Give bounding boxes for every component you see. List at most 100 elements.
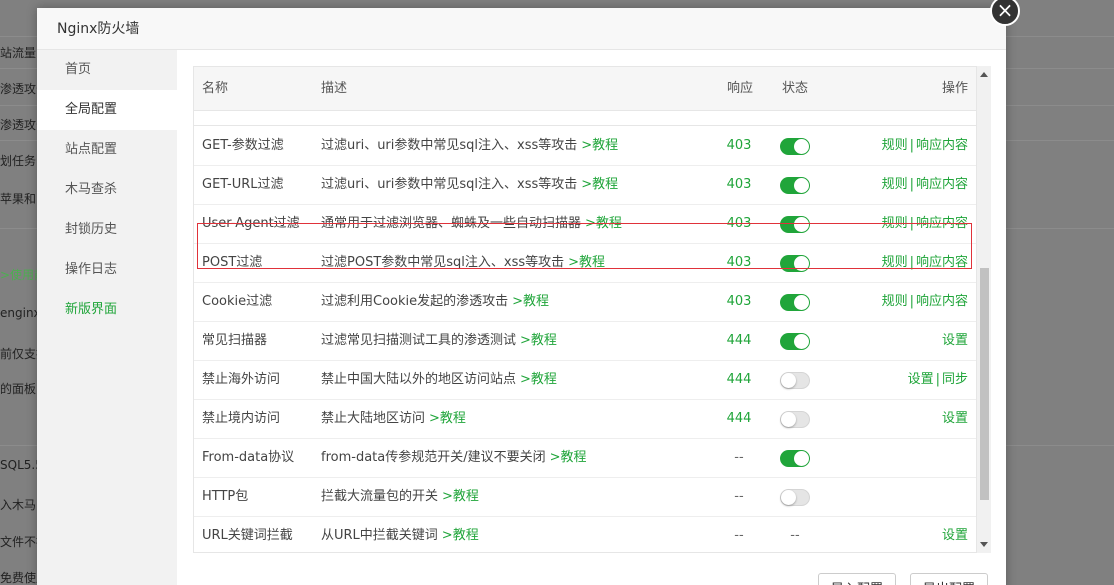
tutorial-link[interactable]: >教程 — [581, 138, 618, 153]
table-row: GET-参数过滤 过滤uri、uri参数中常见sql注入、xss等攻击 >教程 403… — [194, 127, 976, 166]
rule-description: 禁止中国大陆以外的地区访问站点 >教程 — [321, 361, 557, 399]
ops-link[interactable]: 规则 — [882, 255, 908, 270]
status-toggle[interactable] — [780, 333, 810, 350]
header-desc: 描述 — [321, 81, 348, 96]
rule-description-text: 过滤POST参数中常见sql注入、xss等攻击 — [321, 255, 565, 270]
status-toggle[interactable] — [780, 177, 810, 194]
rule-description-text: 拦截大流量包的开关 — [321, 489, 439, 504]
ops-link[interactable]: 响应内容 — [916, 294, 968, 309]
rule-description-text: 禁止中国大陆以外的地区访问站点 — [321, 372, 517, 387]
ops-link[interactable]: 设置 — [942, 528, 968, 543]
ops-cell: 规则 | 响应内容 — [882, 283, 968, 321]
rules-table: 名称 描述 响应 状态 操作 GET-参数过滤 过滤uri、uri参数中常见sql… — [193, 66, 977, 553]
table-row: POST过滤 过滤POST参数中常见sql注入、xss等攻击 >教程 403 规则 | 响应… — [194, 244, 976, 283]
ops-link[interactable]: 设置 — [908, 372, 934, 387]
ops-link[interactable]: 响应内容 — [916, 177, 968, 192]
tutorial-link[interactable]: >教程 — [429, 411, 466, 426]
header-status: 状态 — [782, 81, 809, 96]
ops-cell: 设置 — [942, 322, 968, 360]
status-toggle[interactable] — [780, 411, 810, 428]
header-code: 响应 — [727, 81, 754, 96]
status-toggle[interactable] — [780, 216, 810, 233]
status-cell: -- — [790, 528, 800, 543]
rule-description: 拦截大流量包的开关 >教程 — [321, 478, 479, 516]
toggle-knob — [794, 256, 809, 271]
status-cell — [780, 177, 810, 194]
background-text: 入木马 — [0, 498, 37, 512]
rule-description: 过滤POST参数中常见sql注入、xss等攻击 >教程 — [321, 244, 605, 282]
ops-link[interactable]: 同步 — [942, 372, 968, 387]
background-text: 免费使用 — [0, 571, 40, 585]
response-code: 444 — [726, 333, 752, 348]
response-code: 444 — [726, 372, 752, 387]
status-cell — [780, 411, 810, 428]
scroll-thumb[interactable] — [980, 268, 989, 500]
ops-link[interactable]: 响应内容 — [916, 216, 968, 231]
table-scrollbar[interactable] — [977, 66, 991, 553]
tutorial-link[interactable]: >教程 — [512, 294, 549, 309]
ops-link[interactable]: 设置 — [942, 333, 968, 348]
status-toggle[interactable] — [780, 138, 810, 155]
sidebar-item-operation-log[interactable]: 操作日志 — [37, 250, 177, 290]
response-code: 403 — [726, 294, 752, 309]
tutorial-link[interactable]: >教程 — [568, 255, 605, 270]
ops-separator: | — [909, 138, 914, 153]
toggle-knob — [794, 217, 809, 232]
status-toggle[interactable] — [780, 372, 810, 389]
ops-link[interactable]: 规则 — [882, 216, 908, 231]
rule-name: HTTP包 — [202, 489, 249, 504]
ops-link[interactable]: 设置 — [942, 411, 968, 426]
status-cell — [780, 294, 810, 311]
sidebar-item-trojan-scan[interactable]: 木马查杀 — [37, 170, 177, 210]
ops-link[interactable]: 规则 — [882, 177, 908, 192]
sidebar-item-home[interactable]: 首页 — [37, 50, 177, 90]
toggle-knob — [781, 490, 796, 505]
sidebar-item-global-config[interactable]: 全局配置 — [37, 90, 177, 130]
status-cell — [780, 489, 810, 506]
tutorial-link[interactable]: >教程 — [520, 372, 557, 387]
sidebar-item-new-ui[interactable]: 新版界面 — [37, 290, 177, 330]
status-toggle[interactable] — [780, 294, 810, 311]
rule-description-text: 过滤利用Cookie发起的渗透攻击 — [321, 294, 509, 309]
sidebar-item-site-config[interactable]: 站点配置 — [37, 130, 177, 170]
response-code: 403 — [726, 255, 752, 270]
tutorial-link[interactable]: >教程 — [442, 528, 479, 543]
tutorial-link[interactable]: >教程 — [581, 177, 618, 192]
response-code: 444 — [726, 411, 752, 426]
background-text: SQL5.5 — [0, 458, 40, 472]
rule-description-text: 过滤uri、uri参数中常见sql注入、xss等攻击 — [321, 138, 578, 153]
status-toggle[interactable] — [780, 489, 810, 506]
tutorial-link[interactable]: >教程 — [585, 216, 622, 231]
table-row: From-data协议 from-data传参规范开关/建议不要关闭 >教程 -- — [194, 439, 976, 478]
ops-separator: | — [909, 255, 914, 270]
tutorial-link[interactable]: >教程 — [442, 489, 479, 504]
sidebar-item-block-history[interactable]: 封锁历史 — [37, 210, 177, 250]
export-config-button[interactable]: 导出配置 — [910, 573, 989, 585]
rule-name: GET-参数过滤 — [202, 138, 284, 153]
scroll-up-icon[interactable] — [980, 72, 988, 77]
status-toggle[interactable] — [780, 450, 810, 467]
background-text: 前仅支持 — [0, 347, 40, 361]
tutorial-link[interactable]: >教程 — [550, 450, 587, 465]
ops-link[interactable]: 规则 — [882, 294, 908, 309]
response-code: 403 — [726, 216, 752, 231]
ops-link[interactable]: 响应内容 — [916, 138, 968, 153]
background-text: 苹果和 — [0, 192, 37, 206]
tutorial-link[interactable]: >教程 — [520, 333, 557, 348]
rule-description-text: from-data传参规范开关/建议不要关闭 — [321, 450, 546, 465]
ops-link[interactable]: 规则 — [882, 138, 908, 153]
table-row: URL关键词拦截 从URL中拦截关键词 >教程 -- -- 设置 — [194, 517, 976, 552]
ops-separator: | — [909, 216, 914, 231]
header-ops: 操作 — [941, 81, 968, 96]
scroll-down-icon[interactable] — [980, 542, 988, 547]
import-config-button[interactable]: 导入配置 — [818, 573, 897, 585]
ops-separator: | — [909, 177, 914, 192]
ops-separator: | — [909, 294, 914, 309]
ops-cell: 规则 | 响应内容 — [882, 244, 968, 282]
rule-description: from-data传参规范开关/建议不要关闭 >教程 — [321, 439, 587, 477]
table-row-partial — [194, 111, 976, 126]
status-toggle[interactable] — [780, 255, 810, 272]
ops-link[interactable]: 响应内容 — [916, 255, 968, 270]
rule-description: 过滤常见扫描测试工具的渗透测试 >教程 — [321, 322, 557, 360]
ops-cell: 规则 | 响应内容 — [882, 205, 968, 243]
